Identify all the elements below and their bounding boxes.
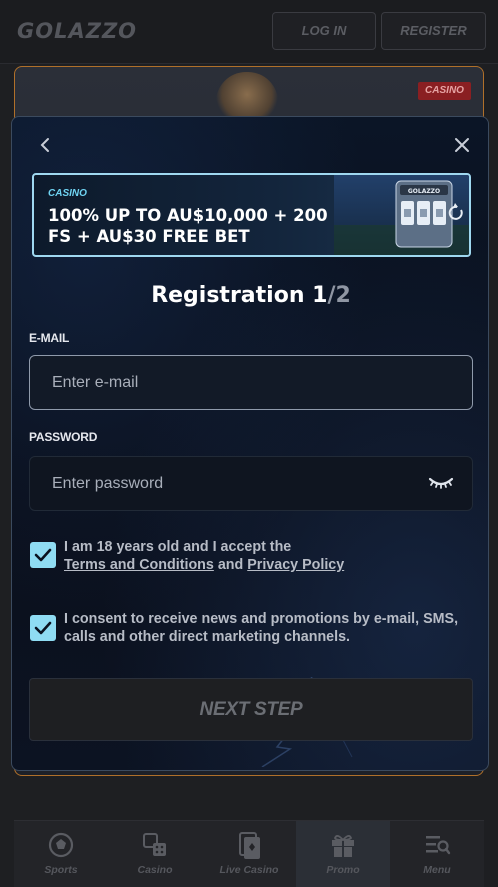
title-separator: / [327, 283, 336, 308]
top-header: GOLAZZO LOG IN REGISTER [0, 0, 498, 64]
registration-modal: CASINO 100% UP TO AU$10,000 + 200 FS + A… [11, 116, 489, 771]
email-field[interactable] [29, 355, 473, 410]
password-label: PASSWORD [29, 430, 98, 444]
nav-item-promo[interactable]: Promo [296, 821, 390, 887]
nav-item-menu[interactable]: Menu [390, 821, 484, 887]
casino-tag: CASINO [418, 82, 471, 100]
nav-label-casino: Casino [137, 864, 173, 876]
hidden-eye-icon[interactable] [427, 471, 455, 493]
page-title: Registration 1/2 [12, 283, 488, 308]
bottom-nav: Sports Casino Live Casino Promo Menu [14, 820, 484, 887]
menu-search-icon [426, 836, 451, 855]
chevron-left-icon [40, 138, 49, 152]
title-total-steps: 2 [335, 283, 351, 308]
close-button[interactable] [452, 135, 472, 155]
checkmark-icon [34, 621, 52, 635]
privacy-link[interactable]: Privacy Policy [247, 557, 344, 573]
email-label: E-MAIL [29, 331, 70, 345]
terms-checkbox[interactable] [30, 542, 56, 568]
password-field[interactable] [29, 456, 473, 511]
nav-label-live-casino: Live Casino [219, 864, 279, 876]
hero-figure-image [216, 72, 278, 122]
checkmark-icon [34, 548, 52, 562]
dice-icon [143, 833, 166, 856]
back-button[interactable] [37, 135, 55, 155]
register-button[interactable]: REGISTER [381, 12, 486, 50]
terms-link[interactable]: Terms and Conditions [64, 557, 214, 573]
close-icon [455, 138, 469, 152]
terms-text: I am 18 years old and I accept the Terms… [64, 538, 464, 574]
terms-prefix: I am 18 years old and I accept the [64, 539, 292, 555]
promo-category: CASINO [48, 188, 87, 199]
slot-machine-image: GOLAZZO [334, 175, 469, 255]
promo-offer-text: 100% UP TO AU$10,000 + 200 FS + AU$30 FR… [48, 206, 328, 246]
gift-icon [332, 835, 354, 857]
next-step-button[interactable]: NEXT STEP [29, 678, 473, 741]
consent-checkbox[interactable] [30, 615, 56, 641]
nav-label-sports: Sports [44, 864, 78, 876]
login-button[interactable]: LOG IN [272, 12, 376, 50]
soccer-ball-icon [48, 832, 74, 858]
slot-logo: GOLAZZO [408, 188, 440, 195]
site-logo[interactable]: GOLAZZO [17, 19, 137, 43]
terms-and: and [213, 557, 248, 573]
promo-banner[interactable]: CASINO 100% UP TO AU$10,000 + 200 FS + A… [32, 173, 471, 257]
nav-item-sports[interactable]: Sports [14, 821, 108, 887]
nav-item-casino[interactable]: Casino [108, 821, 202, 887]
title-main: Registration 1 [151, 283, 328, 308]
nav-item-live-casino[interactable]: Live Casino [202, 821, 296, 887]
nav-label-menu: Menu [423, 864, 451, 876]
consent-text: I consent to receive news and promotions… [64, 611, 459, 645]
nav-label-promo: Promo [326, 864, 360, 876]
cards-icon [239, 832, 260, 859]
